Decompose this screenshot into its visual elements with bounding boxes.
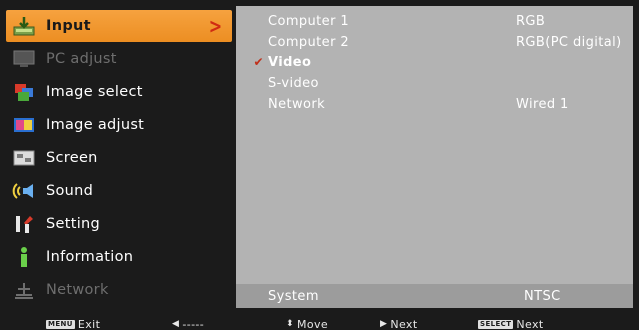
- menu-item-image-select[interactable]: Image select: [6, 76, 232, 108]
- projector-menu-window: Input > PC adjust Image select Image adj…: [0, 0, 639, 318]
- pc-adjust-icon: [12, 48, 36, 70]
- option-name: Computer 2: [268, 34, 350, 50]
- menu-item-label: Image adjust: [46, 117, 145, 133]
- menu-item-pc-adjust[interactable]: PC adjust: [6, 43, 232, 75]
- back-hint: ◀ -----: [172, 318, 204, 330]
- menu-item-screen[interactable]: Screen: [6, 142, 232, 174]
- option-row-computer-1[interactable]: Computer 1 RGB: [236, 10, 633, 32]
- menu-item-setting[interactable]: Setting: [6, 208, 232, 240]
- system-row[interactable]: System NTSC: [236, 284, 633, 308]
- option-name: S-video: [268, 75, 319, 91]
- option-name: Video: [268, 54, 312, 70]
- chevron-right-icon: >: [208, 14, 223, 38]
- option-row-computer-2[interactable]: Computer 2 RGB(PC digital): [236, 31, 633, 53]
- menu-item-label: Information: [46, 249, 134, 265]
- image-select-icon: [12, 81, 36, 103]
- main-menu: Input > PC adjust Image select Image adj…: [6, 6, 232, 308]
- menu-item-label: Network: [46, 282, 109, 298]
- option-row-s-video[interactable]: S-video: [236, 72, 633, 94]
- checkmark-icon: ✔: [253, 55, 264, 69]
- screen-icon: [12, 147, 36, 169]
- menu-item-information[interactable]: Information: [6, 241, 232, 273]
- exit-label: Exit: [77, 317, 101, 330]
- up-down-arrow-icon: ⬍: [286, 319, 294, 329]
- menu-item-input[interactable]: Input >: [6, 10, 232, 42]
- input-icon: [12, 15, 36, 37]
- exit-hint: MENU Exit: [46, 318, 100, 330]
- menu-key-icon: MENU: [46, 319, 75, 329]
- option-row-network[interactable]: Network Wired 1: [236, 93, 633, 115]
- menu-item-label: Screen: [46, 150, 98, 166]
- menu-item-sound[interactable]: Sound: [6, 175, 232, 207]
- move-hint: ⬍ Move: [286, 318, 328, 330]
- back-label: -----: [182, 317, 205, 330]
- information-icon: [12, 246, 36, 268]
- move-label: Move: [296, 317, 329, 330]
- option-row-video[interactable]: ✔ Video: [236, 51, 633, 73]
- sound-icon: [12, 180, 36, 202]
- menu-item-label: Image select: [46, 84, 143, 100]
- help-bar: MENU Exit ◀ ----- ⬍ Move ▶ Next SELECT N…: [0, 318, 639, 330]
- left-arrow-icon: ◀: [172, 319, 180, 329]
- option-name: Network: [268, 96, 326, 112]
- image-adjust-icon: [12, 114, 36, 136]
- option-name: Computer 1: [268, 13, 350, 29]
- system-value: NTSC: [524, 288, 561, 304]
- select-label: Next: [516, 317, 544, 330]
- menu-item-label: PC adjust: [46, 51, 117, 67]
- setting-icon: [12, 213, 36, 235]
- option-value: Wired 1: [516, 96, 569, 112]
- option-value: RGB: [516, 13, 546, 29]
- menu-item-network[interactable]: Network: [6, 274, 232, 306]
- menu-item-label: Sound: [46, 183, 94, 199]
- select-hint: SELECT Next: [478, 318, 544, 330]
- input-options-panel: Computer 1 RGB Computer 2 RGB(PC digital…: [236, 6, 633, 308]
- menu-item-label: Input: [46, 18, 91, 34]
- select-key-icon: SELECT: [478, 319, 514, 329]
- next-hint: ▶ Next: [380, 318, 418, 330]
- menu-item-label: Setting: [46, 216, 101, 232]
- option-value: RGB(PC digital): [516, 34, 622, 50]
- right-arrow-icon: ▶: [380, 319, 388, 329]
- network-icon: [12, 279, 36, 301]
- menu-item-image-adjust[interactable]: Image adjust: [6, 109, 232, 141]
- next-label: Next: [390, 317, 418, 330]
- system-label: System: [268, 288, 319, 304]
